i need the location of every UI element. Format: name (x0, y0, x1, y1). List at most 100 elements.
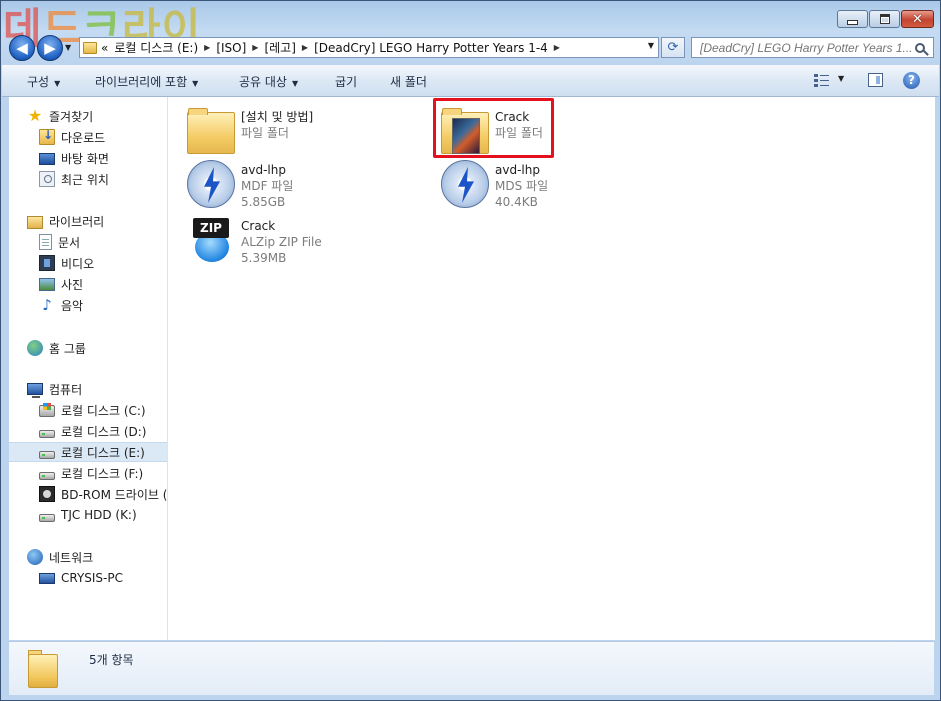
file-type: MDS 파일 (495, 179, 549, 193)
view-options-icon[interactable] (814, 73, 830, 87)
videos-icon (39, 255, 55, 271)
music-note-icon: ♪ (42, 296, 52, 314)
file-item-crack-folder[interactable]: Crack 파일 폴더 (441, 107, 681, 159)
file-item-crack-zip[interactable]: ZIP Crack ALZip ZIP File 5.39MB (187, 216, 427, 268)
daemon-tools-icon (441, 160, 489, 208)
nav-documents[interactable]: 문서 (39, 232, 80, 252)
nav-label: CRYSIS-PC (61, 571, 123, 585)
search-icon[interactable] (915, 42, 925, 53)
breadcrumb-item[interactable]: [DeadCry] LEGO Harry Potter Years 1-4 (314, 41, 548, 55)
minimize-button[interactable] (837, 10, 868, 28)
breadcrumb-item[interactable]: [레고] (264, 39, 295, 56)
search-input[interactable] (692, 38, 915, 57)
nav-computer[interactable]: 컴퓨터 (27, 379, 82, 399)
help-icon[interactable]: ? (903, 72, 920, 89)
nav-label: 문서 (58, 235, 81, 250)
file-item-mds[interactable]: avd-lhp MDS 파일 40.4KB (441, 160, 681, 212)
view-options-dropdown[interactable]: ▼ (838, 74, 844, 83)
nav-label: 비디오 (61, 256, 95, 271)
forward-button[interactable]: ▶ (37, 35, 63, 61)
nav-label: 즐겨찾기 (49, 109, 94, 124)
item-count: 5개 항목 (89, 653, 134, 667)
zip-badge: ZIP (193, 218, 229, 238)
share-with-button[interactable]: 공유 대상 ▼ (239, 73, 298, 90)
explorer-window: 데 드 크 라 이 ✕ ◀ ▶ ▼ « 로컬 디스크 (E:) ▶ [ISO] … (0, 0, 941, 701)
address-bar[interactable]: « 로컬 디스크 (E:) ▶ [ISO] ▶ [레고] ▶ [DeadCry]… (79, 37, 659, 58)
nav-bd-rom[interactable]: BD-ROM 드라이브 ( (39, 484, 167, 504)
file-list: [설치 및 방법] 파일 폴더 Crack 파일 폴더 avd-lhp MDF … (168, 97, 935, 640)
organize-label: 구성 (27, 75, 50, 89)
recent-places-icon (39, 171, 55, 187)
file-type: 파일 폴더 (495, 126, 543, 140)
include-library-label: 라이브러리에 포함 (95, 75, 188, 89)
recent-pages-dropdown[interactable]: ▼ (65, 43, 75, 53)
maximize-icon (879, 14, 890, 24)
arrow-right-icon: ▶ (44, 39, 56, 57)
nav-label: 음악 (61, 298, 84, 313)
include-in-library-button[interactable]: 라이브러리에 포함 ▼ (95, 73, 198, 90)
folder-icon (28, 650, 60, 688)
nav-downloads[interactable]: 다운로드 (39, 127, 105, 147)
nav-label: 바탕 화면 (61, 151, 109, 166)
hard-drive-icon (39, 513, 55, 522)
windows-drive-icon (39, 403, 55, 417)
nav-tjc-hdd[interactable]: TJC HDD (K:) (39, 505, 137, 525)
chevron-down-icon: ▼ (54, 79, 61, 88)
refresh-button[interactable]: ⟳ (661, 37, 685, 58)
nav-label: 네트워크 (49, 550, 94, 565)
maximize-button[interactable] (869, 10, 900, 28)
chevron-down-icon: ▼ (291, 79, 299, 88)
breadcrumb-item[interactable]: [ISO] (216, 41, 246, 55)
alzip-archive-icon: ZIP (187, 216, 235, 264)
burn-label: 굽기 (335, 75, 358, 89)
folder-icon (187, 108, 235, 154)
nav-favorites[interactable]: ★ 즐겨찾기 (27, 106, 93, 126)
file-type: 파일 폴더 (241, 126, 289, 140)
file-type: MDF 파일 (241, 179, 294, 193)
arrow-left-icon: ◀ (16, 39, 28, 57)
minimize-icon (847, 19, 858, 25)
nav-drive-d[interactable]: 로컬 디스크 (D:) (39, 421, 146, 441)
burn-button[interactable]: 굽기 (335, 73, 357, 90)
new-folder-button[interactable]: 새 폴더 (390, 73, 427, 90)
hard-drive-icon (39, 429, 55, 438)
nav-homegroup[interactable]: 홈 그룹 (27, 338, 86, 358)
pictures-icon (39, 278, 55, 291)
organize-button[interactable]: 구성 ▼ (27, 73, 60, 90)
chevron-right-icon[interactable]: ▶ (554, 43, 560, 52)
file-type: ALZip ZIP File (241, 235, 322, 249)
search-box[interactable] (691, 37, 934, 58)
file-size: 5.39MB (241, 251, 287, 265)
preview-pane-icon[interactable] (868, 73, 883, 87)
nav-music[interactable]: ♪ 음악 (39, 295, 83, 315)
nav-drive-e[interactable]: 로컬 디스크 (E:) (9, 442, 167, 462)
nav-videos[interactable]: 비디오 (39, 253, 94, 273)
chevron-right-icon[interactable]: ▶ (204, 43, 210, 52)
chevron-right-icon[interactable]: ▶ (302, 43, 308, 52)
nav-network[interactable]: 네트워크 (27, 547, 93, 567)
back-button[interactable]: ◀ (9, 35, 35, 61)
nav-label: 로컬 디스크 (D:) (61, 424, 147, 439)
file-item-mdf[interactable]: avd-lhp MDF 파일 5.85GB (187, 160, 427, 212)
nav-pictures[interactable]: 사진 (39, 274, 83, 294)
chevron-right-icon[interactable]: ▶ (252, 43, 258, 52)
address-dropdown[interactable]: ▼ (648, 41, 654, 50)
nav-crysis-pc[interactable]: CRYSIS-PC (39, 568, 123, 588)
file-name: [설치 및 방법] (241, 110, 314, 124)
file-name: Crack (495, 110, 530, 124)
nav-desktop[interactable]: 바탕 화면 (39, 148, 109, 168)
nav-drive-c[interactable]: 로컬 디스크 (C:) (39, 400, 146, 420)
nav-label: 다운로드 (61, 130, 106, 145)
nav-libraries[interactable]: 라이브러리 (27, 211, 104, 231)
breadcrumb-item[interactable]: 로컬 디스크 (E:) (114, 39, 198, 56)
refresh-icon: ⟳ (667, 40, 679, 55)
nav-drive-f[interactable]: 로컬 디스크 (F:) (39, 463, 143, 483)
optical-drive-icon (39, 486, 55, 502)
file-item-setup-folder[interactable]: [설치 및 방법] 파일 폴더 (187, 107, 427, 159)
hard-drive-icon (39, 450, 55, 459)
computer-icon (27, 383, 43, 398)
breadcrumb-overflow[interactable]: « (101, 41, 108, 55)
library-icon (27, 215, 43, 229)
nav-recent-places[interactable]: 최근 위치 (39, 169, 109, 189)
close-button[interactable]: ✕ (901, 10, 934, 28)
